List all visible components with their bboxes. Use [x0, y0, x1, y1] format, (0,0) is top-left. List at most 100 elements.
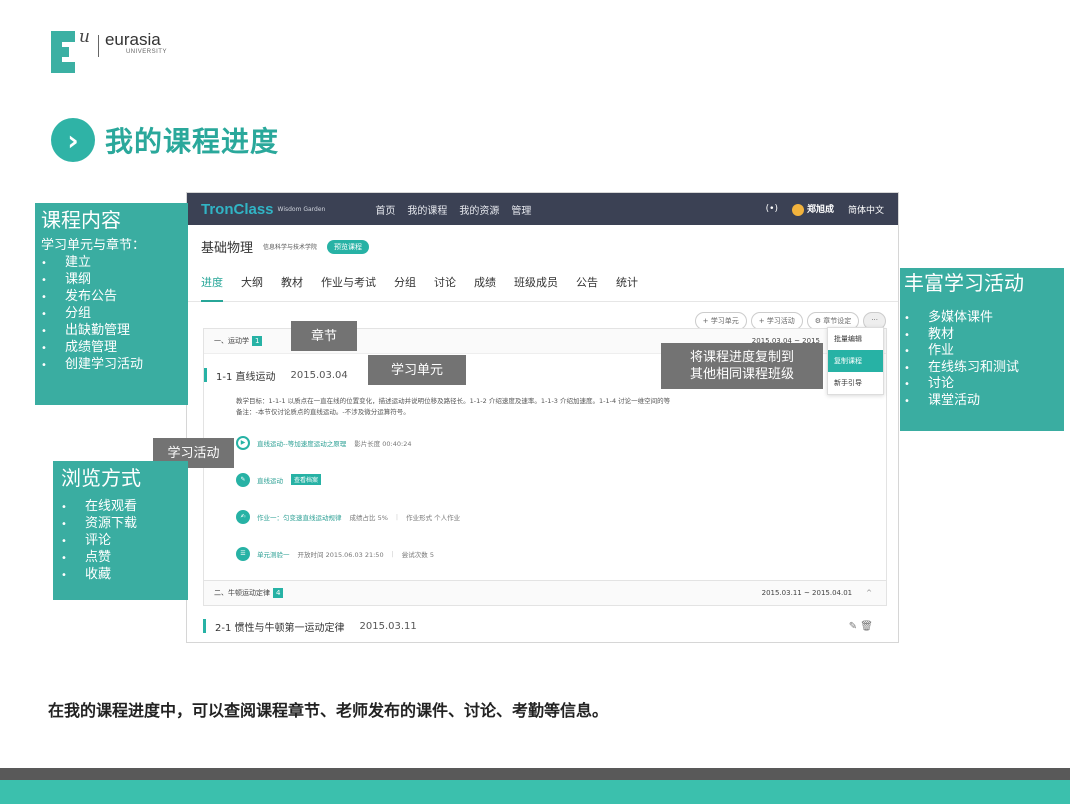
chapter-count-badge: 1 [252, 336, 263, 346]
list-item: 分组 [41, 306, 188, 323]
unit-description: 教学目标：1-1-1 以质点在一直在线的位置变化，描述运动并说明位移及路径长。1… [204, 390, 886, 418]
course-school: 信息科学与技术学院 [263, 244, 318, 251]
unit-date: 2015.03.04 [290, 369, 348, 381]
list-item: 在线观看 [61, 499, 188, 516]
activity-name[interactable]: 作业一：匀变速直线运动规律 [257, 512, 342, 522]
course-tabs: 进度 大纲 教材 作业与考试 分组 讨论 成绩 班级成员 公告 统计 [187, 256, 898, 302]
language-select[interactable]: 简体中文 [848, 203, 884, 216]
slide-title-row: › 我的课程进度 [51, 118, 279, 162]
list-item: 点赞 [61, 550, 188, 567]
tab-discussion[interactable]: 讨论 [434, 274, 456, 302]
activity-meta: 作业形式 个人作业 [406, 513, 461, 522]
homework-icon: ✍ [236, 509, 250, 524]
nav-home[interactable]: 首页 [375, 202, 395, 217]
logo-divider [97, 35, 99, 57]
tab-announcements[interactable]: 公告 [576, 274, 598, 302]
activity-item[interactable]: ✍ 作业一：匀变速直线运动规律 成绩占比 5% | 作业形式 个人作业 [204, 498, 886, 535]
edit-delete-icons[interactable]: ✎ 🗑 [849, 621, 873, 632]
callout-unit: 学习单元 [368, 355, 466, 385]
tab-homework-exams[interactable]: 作业与考试 [321, 274, 376, 302]
footer-dark-bar [0, 768, 1070, 780]
panel-subtitle: 学习单元与章节： [41, 238, 146, 253]
panel-course-content: 课程内容 学习单元与章节： 建立 课纲 发布公告 分组 出缺勤管理 成绩管理 创… [35, 203, 188, 405]
slide-caption: 在我的课程进度中，可以查阅课程章节、老师发布的课件、讨论、考勤等信息。 [48, 701, 609, 720]
menu-guide[interactable]: 新手引导 [828, 372, 883, 394]
activity-item[interactable]: ▶ 直线运动--等加速度运动之原理 影片长度 00:40:24 [204, 424, 886, 461]
chapter-2: 二、牛顿运动定律 4 2015.03.11 ~ 2015.04.01 ^ [203, 580, 887, 606]
list-item: 讨论 [904, 376, 1064, 393]
video-icon: ▶ [236, 435, 250, 450]
callout-copy-line1: 将课程进度复制到 [689, 350, 794, 365]
chapter-label: 一、运动学 [214, 337, 249, 345]
tab-materials[interactable]: 教材 [281, 274, 303, 302]
chapter-date: 2015.03.11 ~ 2015.04.01 [761, 589, 853, 597]
app-screenshot: TronClass Wisdom Garden 首页 我的课程 我的资源 管理 … [186, 192, 899, 643]
footer-teal-bar [0, 780, 1070, 804]
university-logo: u eurasia UNIVERSITY [51, 27, 167, 73]
activity-name[interactable]: 直线运动 [257, 475, 283, 485]
unit-date: 2015.03.11 [359, 620, 417, 632]
user-menu[interactable]: 郑旭成 [791, 202, 834, 216]
menu-copy-course[interactable]: 复制课程 [828, 350, 883, 372]
activity-item[interactable]: ✎ 直线运动 查看档案 [204, 461, 886, 498]
activity-name[interactable]: 单元测验一 [257, 549, 290, 559]
course-name: 基础物理 [201, 241, 254, 256]
collapse-icon[interactable]: ^ [866, 589, 872, 597]
nav-my-courses[interactable]: 我的课程 [407, 202, 447, 217]
list-item: 发布公告 [41, 289, 188, 306]
list-item: 在线练习和测试 [904, 360, 1064, 377]
chapter-label: 二、牛顿运动定律 [214, 589, 270, 597]
tab-statistics[interactable]: 统计 [616, 274, 638, 302]
logo-e-mark [51, 31, 85, 73]
panel-learning-activities: 丰富学习活动 多媒体课件 教材 作业 在线练习和测试 讨论 课堂活动 [900, 268, 1064, 431]
activity-meta: 开放时间 2015.06.03 21:50 [297, 550, 384, 559]
activity-meta: 成绩占比 5% [349, 513, 388, 522]
callout-chapter: 章节 [291, 321, 357, 351]
preview-course-badge[interactable]: 预览课程 [327, 239, 370, 254]
main-nav: 首页 我的课程 我的资源 管理 [375, 202, 543, 217]
activity-meta: 影片长度 00:40:24 [354, 439, 412, 448]
user-name: 郑旭成 [806, 205, 834, 216]
tab-grades[interactable]: 成绩 [474, 274, 496, 302]
tab-members[interactable]: 班级成员 [514, 274, 558, 302]
quiz-icon: ☰ [236, 546, 250, 561]
nav-my-resources[interactable]: 我的资源 [459, 202, 499, 217]
tab-groups[interactable]: 分组 [394, 274, 416, 302]
list-item: 建立 [41, 255, 188, 272]
list-item: 评论 [61, 533, 188, 550]
logo-subtitle: UNIVERSITY [125, 49, 167, 55]
list-item: 课堂活动 [904, 393, 1064, 410]
list-item: 创建学习活动 [41, 357, 188, 374]
chevron-right-icon: › [51, 118, 95, 162]
list-item: 出缺勤管理 [41, 323, 188, 340]
panel-browse-modes: 浏览方式 在线观看 资源下载 评论 点赞 收藏 [53, 461, 188, 600]
panel-title: 丰富学习活动 [904, 271, 1024, 295]
nav-manage[interactable]: 管理 [511, 202, 531, 217]
tab-progress[interactable]: 进度 [201, 274, 223, 302]
list-item: 作业 [904, 343, 1064, 360]
view-file-button[interactable]: 查看档案 [291, 474, 322, 485]
tab-outline[interactable]: 大纲 [241, 274, 263, 302]
logo-name: eurasia [104, 30, 161, 49]
material-icon: ✎ [236, 472, 250, 487]
avatar [791, 203, 804, 216]
unit-card-2: 2-1 惯性与牛顿第一运动定律 2015.03.11 ✎ 🗑 [203, 611, 887, 641]
list-item: 资源下载 [61, 516, 188, 533]
list-item: 成绩管理 [41, 340, 188, 357]
brand-logo[interactable]: TronClass [201, 201, 274, 218]
unit-note-text: 备注：-本节仅讨论质点的直线运动。-不涉及微分运算符号。 [236, 408, 410, 416]
slide-title: 我的课程进度 [105, 125, 280, 158]
live-icon[interactable]: (•) [766, 204, 778, 214]
list-item: 多媒体课件 [904, 310, 1064, 327]
callout-copy-course: 将课程进度复制到 其他相同课程班级 [661, 343, 823, 389]
more-dropdown: 批量编辑 复制课程 新手引导 [827, 327, 884, 395]
list-item: 课纲 [41, 272, 188, 289]
list-item: 教材 [904, 327, 1064, 344]
unit-title[interactable]: 2-1 惯性与牛顿第一运动定律 [215, 619, 345, 634]
top-nav-bar: TronClass Wisdom Garden 首页 我的课程 我的资源 管理 … [187, 193, 898, 225]
list-item: 收藏 [61, 567, 188, 584]
activity-item[interactable]: ☰ 单元测验一 开放时间 2015.06.03 21:50 | 尝试次数 5 [204, 535, 886, 572]
activity-name[interactable]: 直线运动--等加速度运动之原理 [257, 438, 346, 448]
unit-title[interactable]: 1-1 直线运动 [216, 368, 276, 383]
menu-batch-edit[interactable]: 批量编辑 [828, 328, 883, 350]
